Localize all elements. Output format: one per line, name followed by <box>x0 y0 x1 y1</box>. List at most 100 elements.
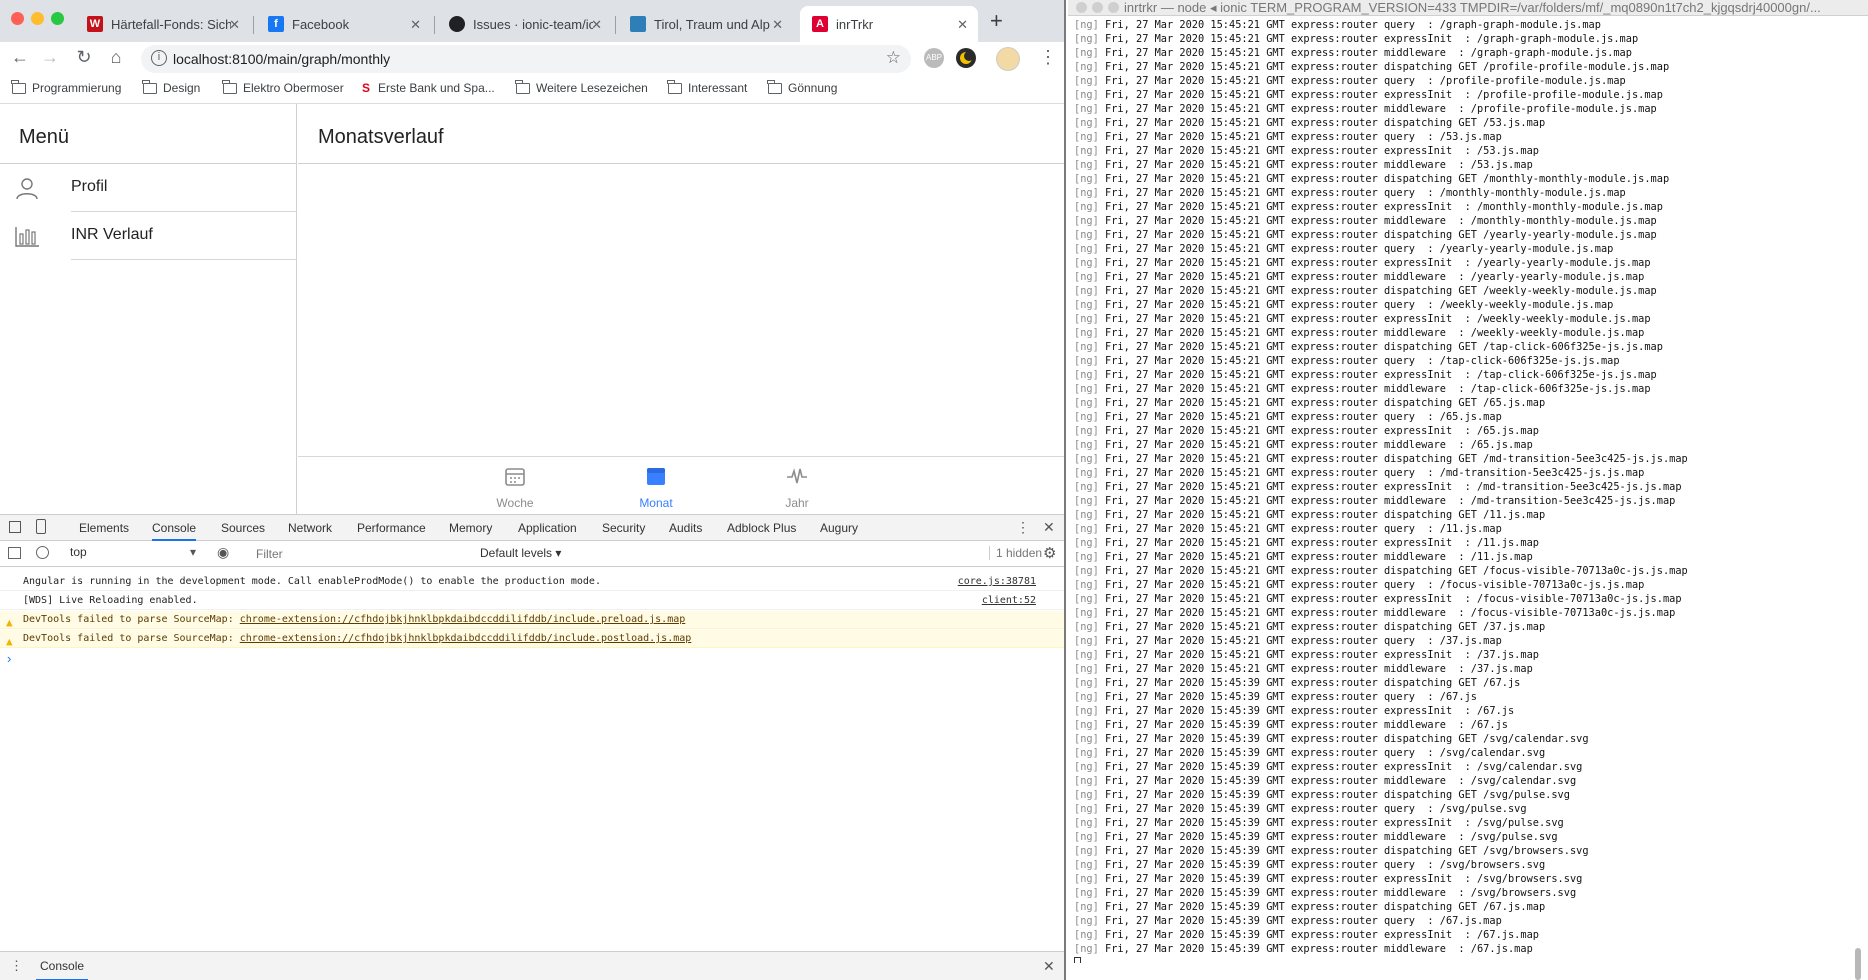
bookmark-folder[interactable]: Interessant <box>667 79 747 95</box>
browser-tab-active[interactable]: A inrTrkr ✕ <box>800 6 978 42</box>
new-tab-button[interactable]: + <box>990 8 1003 34</box>
menu-item-profil[interactable]: Profil <box>0 164 297 212</box>
device-toolbar-icon[interactable] <box>36 519 46 534</box>
log-text: Fri, 27 Mar 2020 15:45:21 GMT express:ro… <box>1105 453 1688 465</box>
moon-extension-icon[interactable] <box>956 48 976 68</box>
devtools-tab-performance[interactable]: Performance <box>357 521 426 535</box>
inspect-element-icon[interactable] <box>9 521 21 533</box>
drawer-menu-icon[interactable]: ⋮ <box>10 958 23 974</box>
console-prompt[interactable]: › <box>7 651 11 666</box>
devtools-tab-security[interactable]: Security <box>602 521 645 535</box>
bookmark-link[interactable]: S Erste Bank und Spa... <box>362 81 495 95</box>
bookmark-folder[interactable]: Programmierung <box>11 79 121 95</box>
devtools-tab-sources[interactable]: Sources <box>221 521 265 535</box>
terminal-line: [ng] Fri, 27 Mar 2020 15:45:21 GMT expre… <box>1074 550 1854 564</box>
close-tab-icon[interactable]: ✕ <box>410 17 421 33</box>
menu-item-inr-verlauf[interactable]: INR Verlauf <box>0 212 297 260</box>
minimize-window-button[interactable] <box>31 12 44 25</box>
sourcemap-link[interactable]: chrome-extension://cfhdojbkjhnklbpkdaibd… <box>240 614 686 625</box>
console-toolbar: top▾ ◉ Default levels ▾ 1 hidden ⚙ <box>0 541 1064 567</box>
log-prefix: [ng] <box>1074 271 1099 283</box>
browser-tab[interactable]: W Härtefall-Fonds: Siche ✕ <box>75 6 250 42</box>
close-tab-icon[interactable]: ✕ <box>591 17 602 33</box>
log-prefix: [ng] <box>1074 89 1099 101</box>
log-text: Fri, 27 Mar 2020 15:45:21 GMT express:ro… <box>1105 327 1645 339</box>
devtools-tab-network[interactable]: Network <box>288 521 332 535</box>
divider <box>71 259 297 260</box>
bookmark-folder[interactable]: Design <box>142 79 200 95</box>
profile-avatar[interactable] <box>996 47 1020 71</box>
close-tab-icon[interactable]: ✕ <box>229 17 240 33</box>
devtools-tab-elements[interactable]: Elements <box>79 521 129 535</box>
terminal-line: [ng] Fri, 27 Mar 2020 15:45:21 GMT expre… <box>1074 60 1854 74</box>
close-window-button[interactable] <box>11 12 24 25</box>
tab-woche[interactable]: Woche <box>465 465 565 510</box>
tab-jahr[interactable]: Jahr <box>747 465 847 510</box>
log-text: Fri, 27 Mar 2020 15:45:21 GMT express:ro… <box>1105 481 1682 493</box>
minimize-window-button[interactable] <box>1092 2 1103 13</box>
log-levels-dropdown[interactable]: Default levels ▾ <box>480 546 561 560</box>
devtools-tab-adblock-plus[interactable]: Adblock Plus <box>727 521 796 535</box>
home-button[interactable]: ⌂ <box>104 47 128 68</box>
close-tab-icon[interactable]: ✕ <box>957 17 968 33</box>
tirol-favicon-icon <box>630 16 646 32</box>
browser-tab[interactable]: Tirol, Traum und Alp ✕ <box>618 6 793 42</box>
log-text: Fri, 27 Mar 2020 15:45:39 GMT express:ro… <box>1105 887 1577 899</box>
log-prefix: [ng] <box>1074 761 1099 773</box>
log-text: Fri, 27 Mar 2020 15:45:21 GMT express:ro… <box>1105 551 1533 563</box>
bookmark-star-icon[interactable]: ☆ <box>886 48 901 68</box>
drawer-close-icon[interactable]: ✕ <box>1043 958 1055 975</box>
terminal-line: [ng] Fri, 27 Mar 2020 15:45:21 GMT expre… <box>1074 312 1854 326</box>
close-window-button[interactable] <box>1076 2 1087 13</box>
devtools-tab-application[interactable]: Application <box>518 521 577 535</box>
terminal-output[interactable]: [ng] Fri, 27 Mar 2020 15:45:21 GMT expre… <box>1074 18 1854 963</box>
log-prefix: [ng] <box>1074 817 1099 829</box>
tab-monat[interactable]: Monat <box>606 465 706 510</box>
log-text: Fri, 27 Mar 2020 15:45:21 GMT express:ro… <box>1105 103 1657 115</box>
source-link[interactable]: client:52 <box>982 592 1036 610</box>
maximize-window-button[interactable] <box>51 12 64 25</box>
log-text: Fri, 27 Mar 2020 15:45:21 GMT express:ro… <box>1105 355 1620 367</box>
maximize-window-button[interactable] <box>1108 2 1119 13</box>
log-text: Fri, 27 Mar 2020 15:45:21 GMT express:ro… <box>1105 425 1539 437</box>
bookmark-folder[interactable]: Elektro Obermoser <box>222 79 344 95</box>
devtools-menu-icon[interactable]: ⋮ <box>1016 519 1030 536</box>
bookmark-folder[interactable]: Gönnung <box>767 79 837 95</box>
bottom-tab-bar: Woche Monat Jahr <box>298 456 1064 514</box>
log-text: Fri, 27 Mar 2020 15:45:21 GMT express:ro… <box>1105 117 1546 129</box>
scrollbar-thumb[interactable] <box>1855 948 1861 980</box>
browser-tab[interactable]: Issues · ionic-team/io ✕ <box>437 6 612 42</box>
close-tab-icon[interactable]: ✕ <box>772 17 783 33</box>
log-text: Fri, 27 Mar 2020 15:45:21 GMT express:ro… <box>1105 383 1651 395</box>
bookmark-folder[interactable]: Weitere Lesezeichen <box>515 79 648 95</box>
address-bar[interactable]: i localhost:8100/main/graph/monthly ☆ <box>141 45 911 73</box>
context-select[interactable]: top ▾ <box>70 545 200 559</box>
devtools-tab-console[interactable]: Console <box>152 521 197 541</box>
sourcemap-link[interactable]: chrome-extension://cfhdojbkjhnklbpkdaibd… <box>240 633 692 644</box>
reload-button[interactable]: ↻ <box>72 47 96 68</box>
tab-separator <box>434 16 435 34</box>
tab-title: Härtefall-Fonds: Siche <box>111 16 231 32</box>
log-text: Fri, 27 Mar 2020 15:45:21 GMT express:ro… <box>1105 201 1663 213</box>
devtools-tab-augury[interactable]: Augury <box>820 521 858 535</box>
drawer-tab-console[interactable]: Console <box>36 959 89 980</box>
browser-tab[interactable]: f Facebook ✕ <box>256 6 431 42</box>
back-button[interactable]: ← <box>8 47 32 68</box>
log-prefix: [ng] <box>1074 285 1099 297</box>
chrome-menu-icon[interactable]: ⋮ <box>1036 47 1060 68</box>
eye-icon[interactable]: ◉ <box>217 544 229 561</box>
info-icon[interactable]: i <box>151 50 167 66</box>
page-title: Monatsverlauf <box>318 126 444 148</box>
forward-button[interactable]: → <box>38 47 62 68</box>
gear-icon[interactable]: ⚙ <box>1043 544 1056 562</box>
devtools-tab-memory[interactable]: Memory <box>449 521 492 535</box>
devtools-close-icon[interactable]: ✕ <box>1043 519 1055 536</box>
console-filter-input[interactable] <box>250 544 470 563</box>
devtools-tab-audits[interactable]: Audits <box>669 521 702 535</box>
clear-console-icon[interactable] <box>36 546 49 559</box>
sidebar-toggle-icon[interactable] <box>8 547 21 559</box>
adblock-extension-icon[interactable]: ABP <box>924 48 944 68</box>
source-link[interactable]: core.js:38781 <box>958 573 1036 591</box>
terminal-scrollbar[interactable] <box>1853 18 1863 980</box>
log-prefix: [ng] <box>1074 481 1099 493</box>
